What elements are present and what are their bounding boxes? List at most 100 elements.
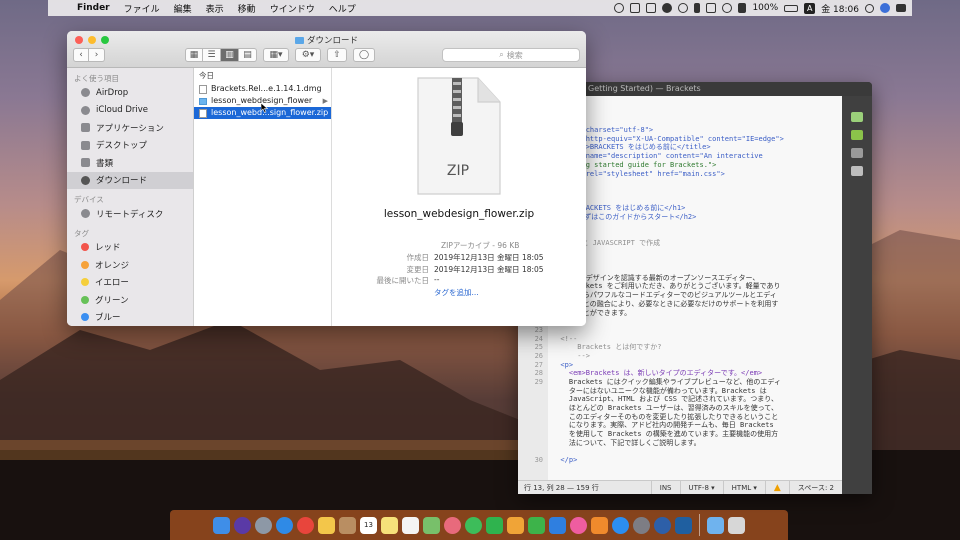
notification-center-icon[interactable] <box>896 4 906 12</box>
sidebar-item-label: AirDrop <box>96 87 129 98</box>
menu-bar: Finder ファイル 編集 表示 移動 ウインドウ ヘルプ 100% A 金 … <box>48 0 912 16</box>
sidebar-item-applications[interactable]: アプリケーション <box>67 119 193 137</box>
code-text: を使用して Brackets の構築を進めています。主要機能の使用方 <box>552 430 779 439</box>
favorites-header: よく使う項目 <box>74 74 119 83</box>
group-button[interactable]: ▦▾ <box>263 48 289 62</box>
menu-help[interactable]: ヘルプ <box>322 2 363 15</box>
screen-icon[interactable] <box>706 3 717 13</box>
facetime-dock-icon[interactable] <box>486 516 503 534</box>
input-source-icon[interactable]: A <box>804 2 816 14</box>
code-text: ほとんどの Brackets ユーザーは、習得済みのスキルを使って、 <box>552 404 778 413</box>
encoding-select[interactable]: UTF-8 ▾ <box>679 480 723 494</box>
preview-row: 最後に開いた日 -- <box>332 275 586 287</box>
sidebar-item-documents[interactable]: 書類 <box>67 154 193 172</box>
add-tags-link[interactable]: タグを追加... <box>434 287 479 299</box>
icon-view-button[interactable]: ▦ <box>185 48 203 62</box>
menu-go[interactable]: 移動 <box>231 2 263 15</box>
column-view-button[interactable]: ▥ <box>221 48 239 62</box>
maps-dock-icon[interactable] <box>423 516 440 534</box>
pages-dock-icon[interactable] <box>507 516 524 534</box>
finder-dock-icon[interactable] <box>213 516 230 534</box>
sidebar-item-remote-disc[interactable]: リモートディスク <box>67 205 193 223</box>
itunes-dock-icon[interactable] <box>570 516 587 534</box>
safari-dock-icon[interactable] <box>276 516 293 534</box>
photos-dock-icon[interactable] <box>318 516 335 534</box>
document-icon <box>81 158 90 168</box>
system-preferences-dock-icon[interactable] <box>633 516 650 534</box>
line-number: 25 <box>534 343 543 352</box>
menu-app-name[interactable]: Finder <box>70 3 117 13</box>
gallery-view-button[interactable]: ▤ <box>239 48 257 62</box>
calendar-dock-icon[interactable]: 13 <box>360 516 377 534</box>
cloud-icon[interactable] <box>662 3 673 13</box>
indent-setting[interactable]: スペース: 2 <box>788 480 842 494</box>
wifi-icon[interactable] <box>722 3 733 13</box>
battery-percent[interactable]: 100% <box>752 3 778 13</box>
code-line: 26 --> <box>518 352 842 361</box>
keynote-dock-icon[interactable] <box>549 516 566 534</box>
sidebar-item-desktop[interactable]: デスクトップ <box>67 137 193 155</box>
clock[interactable]: 金 18:06 <box>821 2 859 15</box>
siri-icon[interactable] <box>880 3 890 13</box>
preview-row-value: 2019年12月13日 金曜日 18:05 <box>434 253 544 262</box>
messages-dock-icon[interactable] <box>465 516 482 534</box>
language-select[interactable]: HTML ▾ <box>722 480 765 494</box>
volume-icon[interactable] <box>738 3 747 13</box>
downloads-stack-dock-icon[interactable] <box>707 516 724 534</box>
sidebar-tag-item[interactable]: レッド <box>67 239 193 257</box>
forward-button[interactable]: › <box>89 48 105 62</box>
chrome-dock-icon[interactable] <box>297 516 314 534</box>
bluetooth-icon[interactable] <box>694 3 701 13</box>
books-dock-icon[interactable] <box>591 516 608 534</box>
sidebar-tag-item[interactable]: オレンジ <box>67 256 193 274</box>
sidebar-item-icloud[interactable]: iCloud Drive <box>67 102 193 120</box>
code-text: Brackets にはクイック編集やライブプレビューなど、他のエディ <box>552 378 781 386</box>
menu-edit[interactable]: 編集 <box>167 2 199 15</box>
file-row[interactable]: Brackets.Rel...e.1.14.1.dmg <box>194 83 331 95</box>
sidebar-tag-item[interactable]: ブルー <box>67 309 193 327</box>
sidebar-item-downloads[interactable]: ダウンロード <box>67 171 193 189</box>
sidebar-tag-item[interactable]: グリーン <box>67 291 193 309</box>
warning-icon[interactable]: ▲ <box>764 480 789 494</box>
downloads-folder-icon <box>294 37 304 44</box>
siri-dock-icon[interactable] <box>234 516 251 534</box>
brackets-dock-icon[interactable] <box>675 516 692 534</box>
extract-icon[interactable] <box>851 166 863 176</box>
tag-color-dot <box>81 313 89 322</box>
search-field[interactable]: ⌕ 検索 <box>442 48 580 62</box>
sidebar-tag-item[interactable]: イエロー <box>67 274 193 292</box>
back-button[interactable]: ‹ <box>73 48 89 62</box>
list-view-button[interactable]: ☰ <box>203 48 221 62</box>
live-preview-icon[interactable] <box>851 112 863 122</box>
sync-icon[interactable] <box>678 3 689 13</box>
spotlight-icon[interactable] <box>865 3 874 13</box>
photo-library-dock-icon[interactable] <box>444 516 461 534</box>
extension-manager-icon[interactable] <box>851 130 863 140</box>
app-store-dock-icon[interactable] <box>612 516 629 534</box>
insert-mode[interactable]: INS <box>650 480 680 494</box>
quicktime-dock-icon[interactable] <box>654 516 671 534</box>
menu-view[interactable]: 表示 <box>199 2 231 15</box>
sidebar-item-airdrop[interactable]: AirDrop <box>67 84 193 102</box>
reminders-dock-icon[interactable] <box>402 516 419 534</box>
inspect-icon[interactable] <box>851 148 863 158</box>
action-gear-button[interactable]: ⚙▾ <box>295 48 321 62</box>
notes-dock-icon[interactable] <box>381 516 398 534</box>
contacts-dock-icon[interactable] <box>339 516 356 534</box>
display-icon[interactable] <box>630 3 641 13</box>
code-line: 24 <!-- <box>518 335 842 344</box>
applications-icon <box>81 123 90 133</box>
trash-dock-icon[interactable] <box>728 516 745 534</box>
numbers-dock-icon[interactable] <box>528 516 545 534</box>
tag-button[interactable]: ◯ <box>353 48 375 62</box>
share-button[interactable]: ⇧ <box>327 48 347 62</box>
battery-icon[interactable] <box>784 4 799 12</box>
code-line: 29 Brackets にはクイック編集やライブプレビューなど、他のエディ <box>518 378 842 387</box>
menu-window[interactable]: ウインドウ <box>263 2 322 15</box>
airdrop-icon <box>81 88 90 98</box>
launchpad-dock-icon[interactable] <box>255 516 272 534</box>
record-icon[interactable] <box>614 3 625 13</box>
menu-file[interactable]: ファイル <box>117 2 167 15</box>
clipboard-icon[interactable] <box>646 3 657 13</box>
